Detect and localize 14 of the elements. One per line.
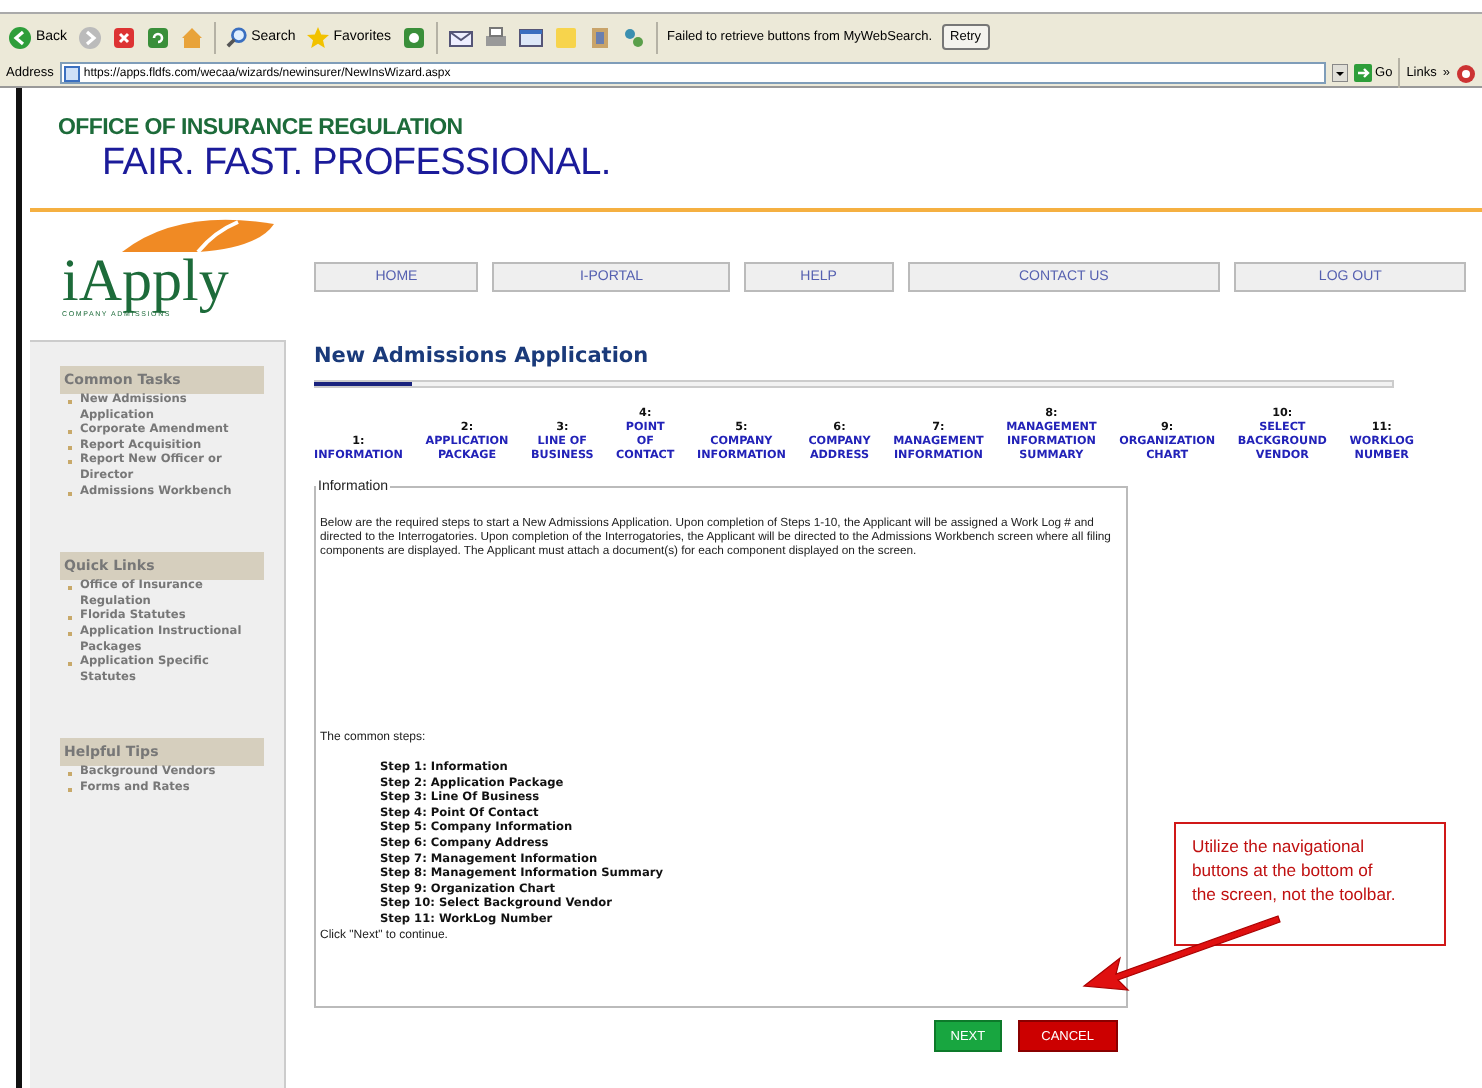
star-icon	[305, 25, 330, 49]
dropdown-icon[interactable]	[1331, 64, 1348, 82]
logo-name: iApply	[62, 256, 229, 308]
agency-name: OFFICE OF INSURANCE REGULATION	[58, 116, 465, 140]
print-icon[interactable]	[483, 25, 508, 49]
refresh-icon[interactable]	[145, 25, 170, 49]
search-icon	[225, 26, 248, 48]
mail-icon[interactable]	[447, 25, 474, 49]
slogan: FAIR. FAST. PROFESSIONAL.	[102, 142, 613, 186]
callout-note: Utilize the navigational buttons at the bottom of the screen, not the toolbar.	[1174, 822, 1446, 946]
page-title: New Admissions Application	[314, 344, 651, 368]
stop-icon[interactable]	[111, 25, 136, 49]
go-arrow-icon	[1353, 64, 1372, 82]
page-icon	[63, 65, 80, 81]
